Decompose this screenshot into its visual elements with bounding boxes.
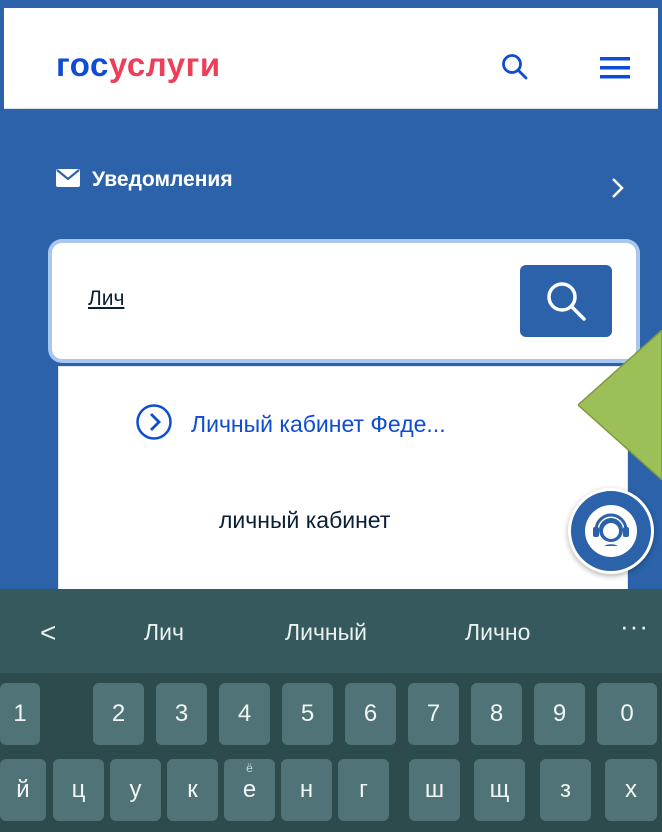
key-3[interactable]: 3 bbox=[156, 683, 207, 745]
key-у[interactable]: у bbox=[110, 759, 161, 821]
keyboard-suggestion-bar: < Лич Личный Лично ··· bbox=[0, 589, 662, 673]
keyboard: 1 2 3 4 5 6 7 8 9 0 й ц у к ё е н г ш щ … bbox=[0, 673, 662, 832]
key-ш[interactable]: ш bbox=[409, 759, 460, 821]
suggestions-dropdown: Личный кабинет Феде... личный кабинет bbox=[58, 366, 628, 592]
keyboard-suggestion[interactable]: Лично bbox=[465, 619, 530, 646]
envelope-icon bbox=[56, 168, 80, 192]
notifications-label: Уведомления bbox=[92, 168, 233, 191]
key-0[interactable]: 0 bbox=[597, 683, 657, 745]
key-2[interactable]: 2 bbox=[93, 683, 144, 745]
chevron-right-icon[interactable] bbox=[608, 174, 628, 202]
hamburger-menu-icon[interactable] bbox=[598, 54, 632, 82]
key-1[interactable]: 1 bbox=[0, 683, 40, 745]
headset-operator-icon bbox=[585, 505, 637, 557]
key-6[interactable]: 6 bbox=[345, 683, 396, 745]
suggestion-item[interactable]: Личный кабинет Феде... bbox=[135, 403, 446, 446]
gosuslugi-logo[interactable]: госуслуги bbox=[56, 46, 221, 84]
logo-part-1: гос bbox=[56, 46, 109, 83]
key-4[interactable]: 4 bbox=[219, 683, 270, 745]
key-з[interactable]: з bbox=[540, 759, 591, 821]
search-icon[interactable] bbox=[500, 52, 530, 82]
chevron-circle-right-icon bbox=[135, 403, 173, 446]
key-8[interactable]: 8 bbox=[471, 683, 522, 745]
search-input[interactable]: Лич bbox=[88, 287, 124, 311]
key-char: е bbox=[242, 776, 257, 803]
key-е[interactable]: ё е bbox=[224, 759, 275, 821]
status-strip bbox=[0, 0, 662, 8]
search-button[interactable] bbox=[520, 265, 612, 337]
key-7[interactable]: 7 bbox=[408, 683, 459, 745]
search-box: Лич bbox=[52, 243, 636, 359]
key-н[interactable]: н bbox=[281, 759, 332, 821]
suggestion-label: Личный кабинет Феде... bbox=[191, 411, 446, 437]
header: госуслуги bbox=[4, 8, 658, 109]
key-щ[interactable]: щ bbox=[474, 759, 525, 821]
key-г[interactable]: г bbox=[338, 759, 389, 821]
keyboard-suggestion[interactable]: Личный bbox=[285, 619, 367, 646]
logo-part-2: услуги bbox=[108, 46, 221, 83]
key-х[interactable]: х bbox=[605, 759, 657, 821]
key-к[interactable]: к bbox=[167, 759, 218, 821]
search-icon bbox=[547, 282, 586, 321]
support-chat-button[interactable] bbox=[568, 488, 654, 574]
alt-char: ё bbox=[246, 761, 253, 775]
notifications-link[interactable]: Уведомления bbox=[56, 168, 233, 192]
hint-triangle-icon bbox=[578, 330, 662, 480]
keyboard-suggestion[interactable]: Лич bbox=[144, 619, 184, 646]
keyboard-back-button[interactable]: < bbox=[40, 617, 56, 649]
key-5[interactable]: 5 bbox=[282, 683, 333, 745]
key-ц[interactable]: ц bbox=[53, 759, 104, 821]
more-options-button[interactable]: ··· bbox=[620, 611, 649, 642]
key-9[interactable]: 9 bbox=[534, 683, 585, 745]
key-й[interactable]: й bbox=[0, 759, 46, 821]
suggestion-item[interactable]: личный кабинет bbox=[219, 507, 390, 534]
